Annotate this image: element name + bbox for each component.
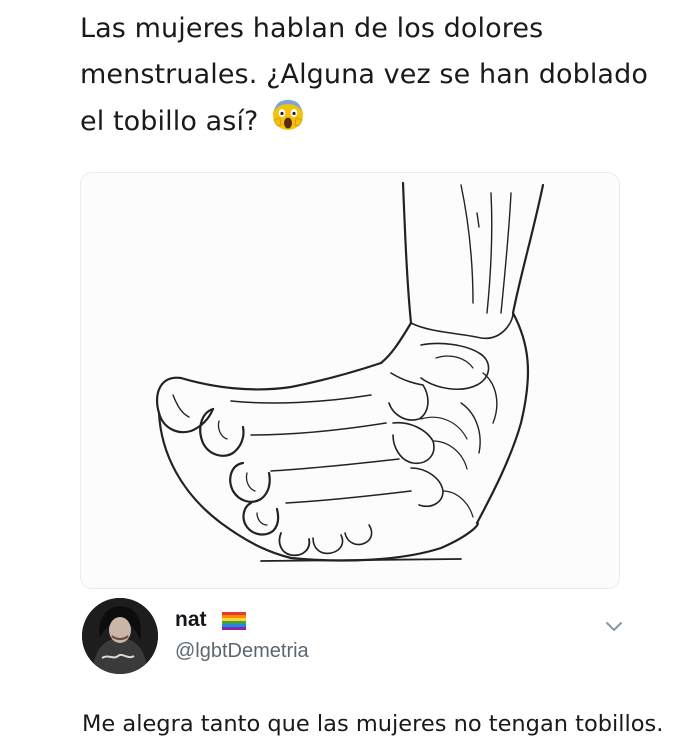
screaming-face-icon [271,98,305,147]
tweet-author-name[interactable]: nat [175,608,207,632]
avatar[interactable] [82,598,158,674]
rainbow-flag-icon [222,612,246,630]
chevron-down-icon[interactable] [605,618,623,631]
tweet-text: Me alegra tanto que las mujeres no tenga… [82,711,664,737]
foot-drawing [155,181,545,562]
post-caption: Las mujeres hablan de los dolores menstr… [80,6,680,147]
post-caption-text: Las mujeres hablan de los dolores menstr… [80,13,648,137]
avatar-photo [82,598,158,674]
tweet-author-handle[interactable]: @lgbtDemetria [175,640,309,663]
ankle-illustration [80,172,620,589]
